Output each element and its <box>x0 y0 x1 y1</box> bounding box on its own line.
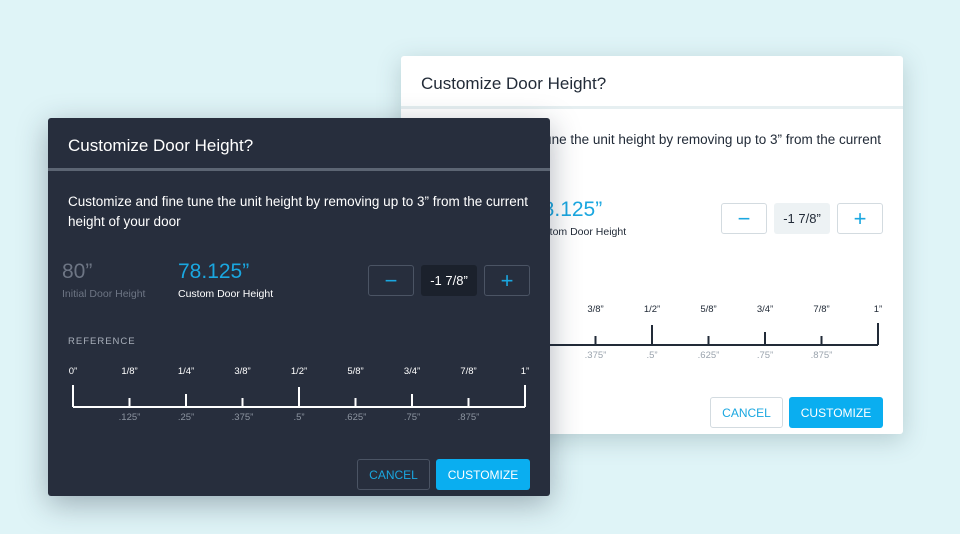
ruler-label: 1/8” <box>121 366 138 377</box>
ruler-label: 5/8” <box>700 304 717 315</box>
ruler-label: 3/8” <box>587 304 604 315</box>
ruler-decimal-label: .25” <box>177 412 195 423</box>
custom-height: 78.125” Custom Door Height <box>178 260 273 300</box>
plus-icon: + <box>500 267 514 293</box>
dialog-description: Customize and fine tune the unit height … <box>68 194 529 229</box>
customize-button[interactable]: CUSTOMIZE <box>789 397 883 428</box>
ruler-label: 1/4” <box>177 366 195 377</box>
minus-icon: − <box>384 267 398 293</box>
dialog-title: Customize Door Height? <box>68 136 254 155</box>
ruler-label: 3/4” <box>403 366 421 377</box>
increase-button[interactable]: + <box>837 203 883 234</box>
ruler-label: 1/2” <box>290 366 308 377</box>
cancel-button[interactable]: CANCEL <box>710 397 783 428</box>
ruler-label: 7/8” <box>813 304 830 315</box>
ruler-decimal-label: .75” <box>403 412 421 423</box>
custom-height-value: 78.125” <box>178 260 250 283</box>
dialog-dark: Customize Door Height? Customize and fin… <box>48 118 550 496</box>
ruler-label: 5/8” <box>347 366 364 377</box>
adjustment-value: -1 7/8” <box>421 265 477 296</box>
ruler-decimal-label: .375” <box>584 350 607 361</box>
plus-icon: + <box>853 205 867 231</box>
dialog-title: Customize Door Height? <box>421 74 607 93</box>
ruler-decimal-label: .375” <box>231 412 254 423</box>
initial-height-label: Initial Door Height <box>62 288 146 300</box>
ruler-label: 1” <box>520 366 530 377</box>
ruler-label: 3/4” <box>756 304 774 315</box>
decrease-button[interactable]: − <box>721 203 767 234</box>
ruler-decimal-label: .875” <box>810 350 833 361</box>
adjustment-value: -1 7/8” <box>774 203 830 234</box>
ruler-decimal-label: .5” <box>646 350 658 361</box>
ruler-decimal-label: .5” <box>293 412 305 423</box>
ruler-decimal-label: .125” <box>118 412 141 423</box>
initial-height-value: 80” <box>62 260 93 283</box>
reference-label: REFERENCE <box>68 336 136 347</box>
ruler-label: 0” <box>68 366 78 377</box>
ruler-decimal-label: .625” <box>697 350 720 361</box>
ruler-label: 3/8” <box>234 366 251 377</box>
decrease-button[interactable]: − <box>368 265 414 296</box>
header-divider <box>48 168 550 171</box>
ruler-label: 1” <box>873 304 883 315</box>
increase-button[interactable]: + <box>484 265 530 296</box>
customize-button[interactable]: CUSTOMIZE <box>436 459 530 490</box>
ruler-decimal-label: .625” <box>344 412 367 423</box>
custom-height-label: Custom Door Height <box>178 288 274 300</box>
ruler-label: 7/8” <box>460 366 477 377</box>
cancel-button[interactable]: CANCEL <box>357 459 430 490</box>
header-divider <box>401 106 903 109</box>
ruler-decimal-label: .75” <box>756 350 774 361</box>
minus-icon: − <box>737 205 751 231</box>
initial-height: 80” Initial Door Height <box>62 260 145 300</box>
ruler-decimal-label: .875” <box>457 412 480 423</box>
reference-ruler: 0” 1/8” 1/4” 3/8” 1/2” 5/8” 3/4” 7/8” 1” .125” .25… <box>48 358 550 428</box>
ruler-label: 1/2” <box>643 304 661 315</box>
